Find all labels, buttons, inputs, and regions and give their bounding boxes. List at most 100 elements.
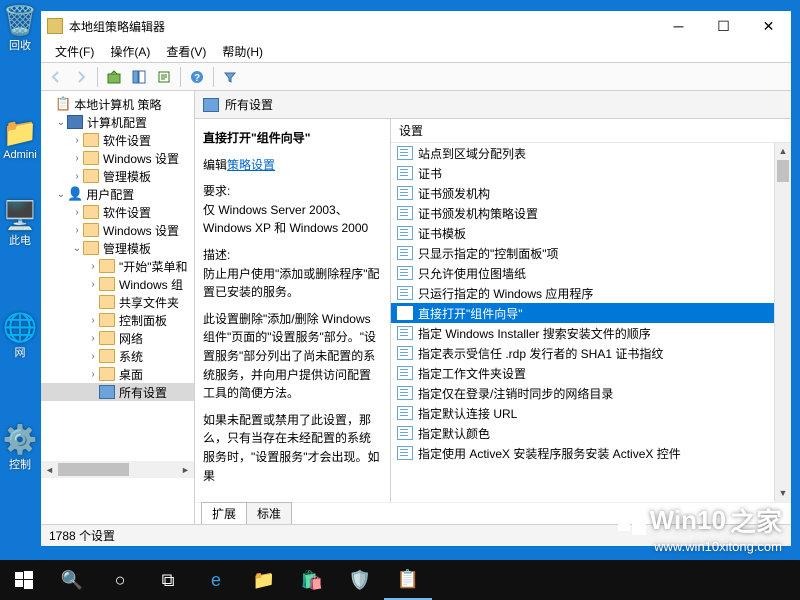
windows-logo-icon: [618, 507, 646, 535]
tree-node[interactable]: ›软件设置: [41, 203, 194, 221]
folder-icon: [83, 169, 99, 183]
hscroll-right[interactable]: ►: [177, 465, 194, 475]
tree-node[interactable]: ›Windows 组: [41, 275, 194, 293]
tree-node[interactable]: 共享文件夹: [41, 293, 194, 311]
edit-policy-link[interactable]: 策略设置: [227, 158, 275, 172]
this-pc-icon[interactable]: 🖥️此电: [0, 195, 40, 252]
header-title: 所有设置: [225, 96, 273, 113]
recycle-bin-icon[interactable]: 🗑️回收: [0, 0, 40, 57]
tree-node[interactable]: ›控制面板: [41, 311, 194, 329]
setting-row[interactable]: 指定工作文件夹设置: [391, 363, 774, 383]
security-icon[interactable]: 🛡️: [336, 560, 384, 600]
policy-item-icon: [397, 266, 413, 280]
tab-standard[interactable]: 标准: [246, 502, 292, 524]
setting-row[interactable]: 指定 Windows Installer 搜索安装文件的顺序: [391, 323, 774, 343]
setting-label: 只显示指定的"控制面板"项: [418, 245, 559, 262]
maximize-button[interactable]: ☐: [701, 11, 746, 41]
setting-row[interactable]: 证书模板: [391, 223, 774, 243]
setting-row[interactable]: 指定默认连接 URL: [391, 403, 774, 423]
tree-computer-config[interactable]: ⌄计算机配置: [41, 113, 194, 131]
gpedit-taskbar-icon[interactable]: 📋: [384, 560, 432, 600]
cortana-icon[interactable]: ○: [96, 560, 144, 600]
up-button[interactable]: [103, 66, 125, 88]
close-button[interactable]: ✕: [746, 11, 791, 41]
menu-help[interactable]: 帮助(H): [214, 43, 271, 60]
store-icon[interactable]: 🛍️: [288, 560, 336, 600]
tree-node[interactable]: ›"开始"菜单和: [41, 257, 194, 275]
show-hide-tree-button[interactable]: [128, 66, 150, 88]
svg-text:?: ?: [194, 73, 200, 84]
setting-row[interactable]: 站点到区域分配列表: [391, 143, 774, 163]
tree-node[interactable]: ›软件设置: [41, 131, 194, 149]
folder-icon: [83, 151, 99, 165]
details-pane: 直接打开"组件向导" 编辑策略设置 要求: 仅 Windows Server 2…: [195, 119, 390, 502]
desktop-icons: 🗑️回收 📁Admini 🖥️此电 🌐网 ⚙️控制: [0, 0, 40, 476]
main-header: 所有设置: [195, 91, 791, 119]
forward-button[interactable]: [70, 66, 92, 88]
tree-node[interactable]: ›Windows 设置: [41, 149, 194, 167]
task-view-icon[interactable]: ⧉: [144, 560, 192, 600]
setting-row[interactable]: 指定默认颜色: [391, 423, 774, 443]
tree-root[interactable]: 📋本地计算机 策略: [41, 95, 194, 113]
tree-all-settings[interactable]: 所有设置: [41, 383, 194, 401]
edge-icon[interactable]: e: [192, 560, 240, 600]
setting-row[interactable]: 证书: [391, 163, 774, 183]
policy-item-icon: [397, 166, 413, 180]
explorer-icon[interactable]: 📁: [240, 560, 288, 600]
tree-node[interactable]: ›系统: [41, 347, 194, 365]
tree-user-config[interactable]: ⌄👤用户配置: [41, 185, 194, 203]
main-body: 直接打开"组件向导" 编辑策略设置 要求: 仅 Windows Server 2…: [195, 119, 791, 502]
help-button[interactable]: ?: [186, 66, 208, 88]
setting-label: 证书模板: [418, 225, 466, 242]
start-button[interactable]: [0, 560, 48, 600]
tree-node[interactable]: ›桌面: [41, 365, 194, 383]
setting-row[interactable]: 证书颁发机构策略设置: [391, 203, 774, 223]
back-button[interactable]: [45, 66, 67, 88]
menubar: 文件(F) 操作(A) 查看(V) 帮助(H): [41, 41, 791, 63]
tree-hscroll[interactable]: ◄ ►: [41, 461, 194, 478]
folder-icon: [99, 331, 115, 345]
filter-button[interactable]: [219, 66, 241, 88]
folder-icon: [83, 205, 99, 219]
tree-admin-templates[interactable]: ⌄管理模板: [41, 239, 194, 257]
tab-extended[interactable]: 扩展: [201, 502, 247, 524]
tree-node[interactable]: ›网络: [41, 329, 194, 347]
setting-row[interactable]: 只显示指定的"控制面板"项: [391, 243, 774, 263]
tree-node[interactable]: ›Windows 设置: [41, 221, 194, 239]
menu-action[interactable]: 操作(A): [102, 43, 158, 60]
setting-row[interactable]: 直接打开"组件向导": [391, 303, 774, 323]
setting-row[interactable]: 只允许使用位图墙纸: [391, 263, 774, 283]
folder-icon: [83, 241, 99, 255]
setting-row[interactable]: 指定使用 ActiveX 安装程序服务安装 ActiveX 控件: [391, 443, 774, 463]
admin-icon[interactable]: 📁Admini: [0, 112, 40, 165]
setting-label: 指定默认颜色: [418, 425, 490, 442]
control-panel-icon[interactable]: ⚙️控制: [0, 419, 40, 476]
setting-row[interactable]: 指定表示受信任 .rdp 发行者的 SHA1 证书指纹: [391, 343, 774, 363]
main-panel: 所有设置 直接打开"组件向导" 编辑策略设置 要求: 仅 Windows Ser…: [195, 91, 791, 524]
scroll-up[interactable]: ▲: [775, 143, 791, 160]
scroll-thumb[interactable]: [777, 160, 789, 182]
setting-row[interactable]: 指定仅在登录/注销时同步的网络目录: [391, 383, 774, 403]
search-icon[interactable]: 🔍: [48, 560, 96, 600]
settings-column-header[interactable]: 设置: [391, 119, 791, 143]
menu-view[interactable]: 查看(V): [158, 43, 214, 60]
policy-item-icon: [397, 366, 413, 380]
description-p3: 如果未配置或禁用了此设置，那么，只有当存在未经配置的系统服务时，"设置服务"才会…: [203, 411, 382, 485]
hscroll-left[interactable]: ◄: [41, 465, 58, 475]
minimize-button[interactable]: ─: [656, 11, 701, 41]
hscroll-thumb[interactable]: [58, 463, 129, 476]
requirements-label: 要求:: [203, 182, 382, 201]
network-icon[interactable]: 🌐网: [0, 307, 40, 364]
settings-list[interactable]: 站点到区域分配列表证书证书颁发机构证书颁发机构策略设置证书模板只显示指定的"控制…: [391, 143, 774, 502]
menu-file[interactable]: 文件(F): [47, 43, 102, 60]
setting-label: 指定 Windows Installer 搜索安装文件的顺序: [418, 325, 651, 342]
scroll-down[interactable]: ▼: [775, 485, 791, 502]
tree-panel[interactable]: 📋本地计算机 策略 ⌄计算机配置 ›软件设置 ›Windows 设置 ›管理模板…: [41, 91, 195, 524]
setting-row[interactable]: 只运行指定的 Windows 应用程序: [391, 283, 774, 303]
export-list-button[interactable]: [153, 66, 175, 88]
settings-vscroll[interactable]: ▲ ▼: [774, 143, 791, 502]
setting-row[interactable]: 证书颁发机构: [391, 183, 774, 203]
policy-item-icon: [397, 226, 413, 240]
setting-label: 指定仅在登录/注销时同步的网络目录: [418, 385, 613, 402]
tree-node[interactable]: ›管理模板: [41, 167, 194, 185]
